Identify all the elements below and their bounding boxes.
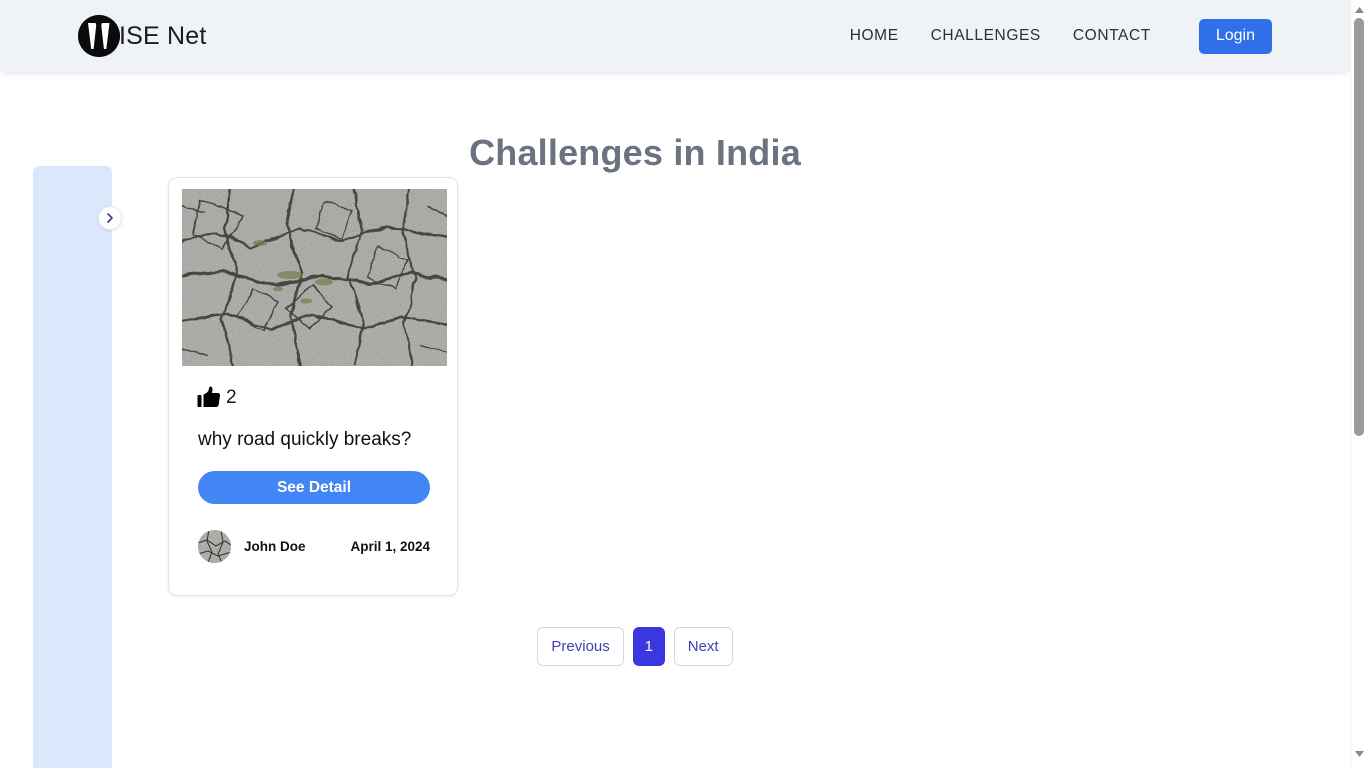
challenge-card[interactable]: 2 why road quickly breaks? See Detail Jo… [168,177,458,596]
site-header: ISE Net HOME CHALLENGES CONTACT Login [0,0,1350,72]
challenge-meta: John Doe April 1, 2024 [198,528,430,564]
page-title: Challenges in India [469,132,801,174]
nav-link-challenges[interactable]: CHALLENGES [915,19,1057,53]
scroll-down-arrow-icon[interactable] [1351,746,1366,762]
sidebar-expand-button[interactable] [98,206,122,230]
page-viewport: ISE Net HOME CHALLENGES CONTACT Login Ch… [0,0,1350,768]
avatar [198,529,231,563]
filter-sidebar-panel [33,166,112,768]
pagination-previous-button[interactable]: Previous [537,627,624,666]
login-button[interactable]: Login [1198,18,1272,54]
pagination-page-1-button[interactable]: 1 [632,627,665,666]
nav-link-contact[interactable]: CONTACT [1057,19,1167,53]
challenge-image [182,189,447,366]
post-date: April 1, 2024 [350,538,430,554]
see-detail-button[interactable]: See Detail [198,471,430,504]
main-navigation: HOME CHALLENGES CONTACT Login [850,18,1272,54]
nav-link-home[interactable]: HOME [850,19,915,53]
brand-logo-link[interactable]: ISE Net [78,15,207,57]
browser-page: ISE Net HOME CHALLENGES CONTACT Login Ch… [0,0,1366,768]
like-count: 2 [226,386,237,408]
thumbs-up-icon [197,386,221,408]
scrollbar-thumb[interactable] [1354,18,1364,436]
brand-name: ISE Net [119,21,207,50]
vertical-scrollbar[interactable] [1350,0,1366,768]
challenge-title: why road quickly breaks? [198,429,412,450]
pagination-next-button[interactable]: Next [673,627,733,666]
wise-net-logo-icon [78,15,120,57]
chevron-right-icon [105,213,115,223]
author-name: John Doe [244,538,306,554]
pagination: Previous 1 Next [0,627,1270,666]
like-counter[interactable]: 2 [197,386,237,408]
scroll-up-arrow-icon[interactable] [1351,2,1366,18]
